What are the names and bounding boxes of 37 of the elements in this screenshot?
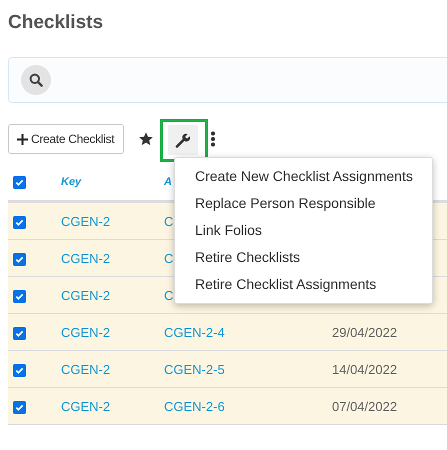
- page-title: Checklists: [7, 11, 104, 35]
- date-cell: 07/04/2022: [332, 398, 398, 414]
- more-icon[interactable]: [210, 131, 216, 147]
- star-icon[interactable]: [138, 131, 154, 147]
- plus-icon: [17, 134, 28, 144]
- menu-item[interactable]: Replace Person Responsible: [175, 190, 432, 217]
- checkbox[interactable]: [13, 400, 26, 414]
- menu-item[interactable]: Retire Checklists: [175, 244, 432, 271]
- date-cell: 14/04/2022: [332, 362, 398, 376]
- search-icon[interactable]: [21, 65, 51, 95]
- checkbox[interactable]: [13, 364, 26, 377]
- assignment-link[interactable]: C: [164, 214, 174, 228]
- column-header[interactable]: A: [164, 176, 172, 188]
- key-link[interactable]: CGEN-2: [61, 214, 110, 228]
- assignment-link[interactable]: C: [164, 288, 174, 302]
- checkbox[interactable]: [13, 252, 26, 266]
- checkbox[interactable]: [13, 216, 26, 229]
- search-field[interactable]: [8, 57, 447, 103]
- assignment-link[interactable]: CGEN-2-6: [164, 398, 225, 414]
- key-link[interactable]: CGEN-2: [61, 324, 110, 340]
- menu-item[interactable]: Create New Checklist Assignments: [175, 163, 432, 190]
- menu-item[interactable]: Link Folios: [175, 217, 432, 244]
- checkbox[interactable]: [13, 290, 26, 303]
- checkbox[interactable]: [13, 326, 26, 340]
- wrench-icon[interactable]: [168, 124, 198, 154]
- menu-item[interactable]: Retire Checklist Assignments: [175, 271, 432, 298]
- create-checklist-button[interactable]: Create Checklist: [8, 124, 124, 154]
- key-link[interactable]: CGEN-2: [61, 362, 110, 376]
- checkbox[interactable]: [13, 176, 26, 188]
- assignment-link[interactable]: CGEN-2-5: [164, 362, 225, 376]
- key-link[interactable]: CGEN-2: [61, 250, 110, 266]
- column-header[interactable]: Key: [61, 176, 82, 188]
- date-cell: 29/04/2022: [332, 324, 398, 340]
- assignment-link[interactable]: C: [164, 250, 174, 266]
- key-link[interactable]: CGEN-2: [61, 288, 110, 302]
- key-link[interactable]: CGEN-2: [61, 398, 110, 414]
- assignment-link[interactable]: CGEN-2-4: [164, 324, 225, 340]
